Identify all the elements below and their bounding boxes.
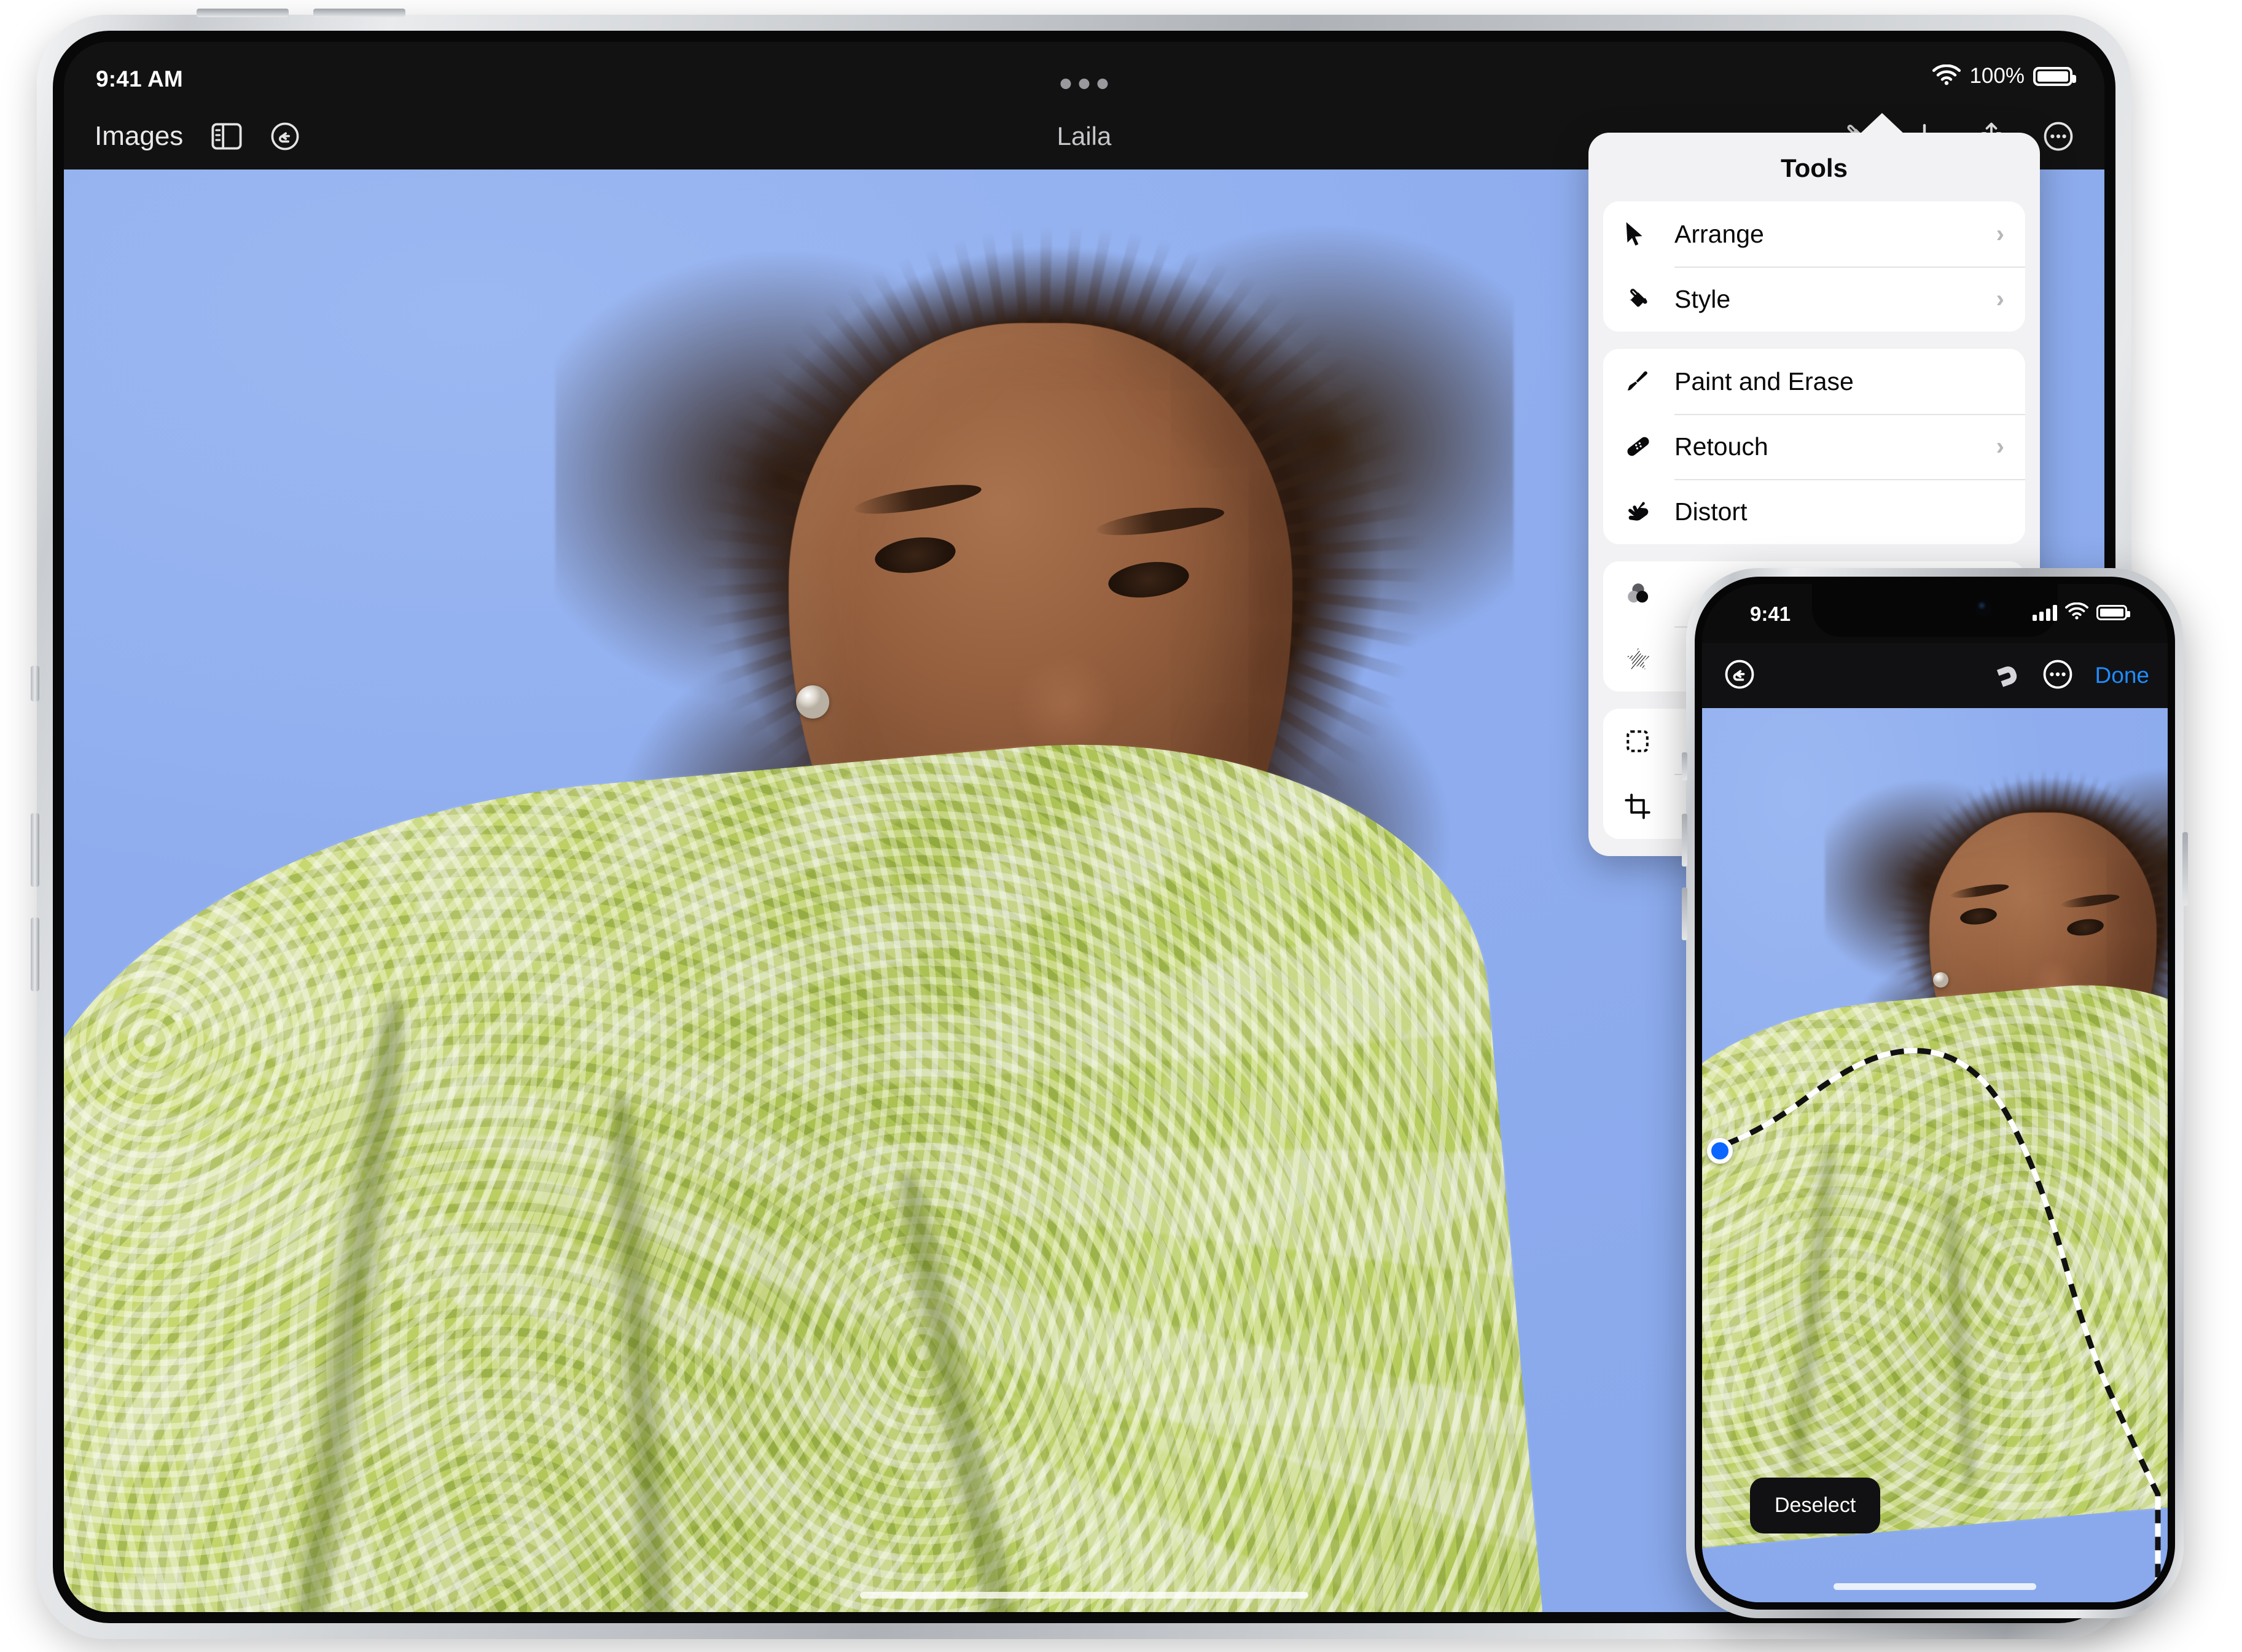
wifi-icon (1932, 64, 1961, 88)
battery-full-icon (2033, 66, 2076, 86)
color-circles-icon (1624, 580, 1674, 608)
iphone-status-bar: 9:41 (1702, 584, 2168, 643)
tools-item-paint-and-erase[interactable]: Paint and Erase (1603, 349, 2025, 414)
selection-handle[interactable] (1707, 1138, 1733, 1164)
status-right-cluster: 100% (1932, 64, 2076, 88)
ellipsis-circle-icon[interactable] (2042, 659, 2073, 693)
home-indicator[interactable] (860, 1592, 1308, 1599)
chevron-right-icon: › (1996, 432, 2004, 460)
paint-bucket-icon (1624, 285, 1674, 313)
crop-icon (1624, 793, 1674, 820)
paintbrush-icon (1624, 368, 1674, 395)
tools-item-style[interactable]: Style › (1603, 267, 2025, 332)
magnet-icon[interactable] (1990, 659, 2020, 693)
tools-item-arrange[interactable]: Arrange › (1603, 201, 2025, 267)
iphone-device: Deselect Done 9:41 (1682, 568, 2188, 1618)
iphone-volume-up-button[interactable] (1682, 814, 1687, 867)
home-indicator[interactable] (1834, 1583, 2036, 1590)
battery-full-icon (2096, 605, 2130, 620)
iphone-screen: Deselect Done 9:41 (1702, 584, 2168, 1602)
iphone-mute-switch[interactable] (1682, 752, 1687, 781)
tools-item-retouch[interactable]: Retouch › (1603, 414, 2025, 479)
done-button[interactable]: Done (2095, 663, 2149, 688)
subject-earring (796, 685, 829, 719)
chevron-right-icon: › (1996, 285, 2004, 313)
iphone-toolbar: Done (1702, 643, 2168, 708)
status-time: 9:41 (1750, 602, 1791, 625)
subject-jacket-texture (1702, 969, 2168, 1553)
chevron-right-icon: › (1996, 220, 2004, 247)
tools-item-label: Style (1674, 284, 1731, 313)
popover-pointer (1860, 113, 1904, 134)
tools-item-label: Distort (1674, 497, 1748, 526)
page-title: Laila (1057, 122, 1112, 150)
ipad-volume-up-button[interactable] (197, 9, 289, 17)
wifi-icon (2065, 602, 2088, 623)
subject-earring (1933, 972, 1948, 988)
battery-percent: 100% (1969, 64, 2025, 88)
ellipsis-circle-icon[interactable] (2043, 121, 2074, 152)
iphone-side-button[interactable] (2182, 832, 2188, 906)
tools-group-2: Paint and Erase Retouch › Distort (1603, 349, 2025, 544)
tools-group-1: Arrange › Style › (1603, 201, 2025, 332)
status-time: 9:41 AM (96, 66, 183, 92)
bandage-icon (1624, 432, 1674, 461)
iphone-toolbar-right: Done (1990, 659, 2149, 693)
multitask-dots-icon[interactable] (1060, 79, 1108, 89)
tools-item-label: Arrange (1674, 219, 1764, 248)
undo-icon[interactable] (270, 122, 300, 151)
ipad-side-button-c[interactable] (31, 918, 39, 991)
nav-left-cluster: Images (95, 121, 300, 152)
ipad-side-button-b[interactable] (31, 813, 39, 887)
cursor-arrow-icon (1624, 220, 1674, 247)
dashed-selection-icon (1624, 728, 1674, 755)
status-right-cluster (2033, 602, 2130, 623)
sidebar-toggle-icon[interactable] (211, 123, 242, 150)
tools-item-distort[interactable]: Distort (1603, 479, 2025, 544)
pinch-hand-icon (1624, 497, 1674, 526)
tools-item-label: Retouch (1674, 432, 1768, 461)
undo-icon[interactable] (1724, 659, 1755, 693)
iphone-volume-down-button[interactable] (1682, 887, 1687, 940)
ipad-volume-down-button[interactable] (313, 9, 405, 17)
tools-item-label: Paint and Erase (1674, 367, 1854, 395)
back-to-images-button[interactable]: Images (95, 121, 183, 152)
iphone-photo-image (1702, 708, 2168, 1602)
popover-title: Tools (1781, 154, 1848, 182)
cellular-bars-icon (2033, 604, 2057, 621)
deselect-button[interactable]: Deselect (1750, 1478, 1881, 1533)
ipad-side-button-a[interactable] (31, 666, 39, 701)
iphone-photo-canvas[interactable]: Deselect (1702, 708, 2168, 1602)
sparkle-star-icon (1624, 645, 1674, 673)
